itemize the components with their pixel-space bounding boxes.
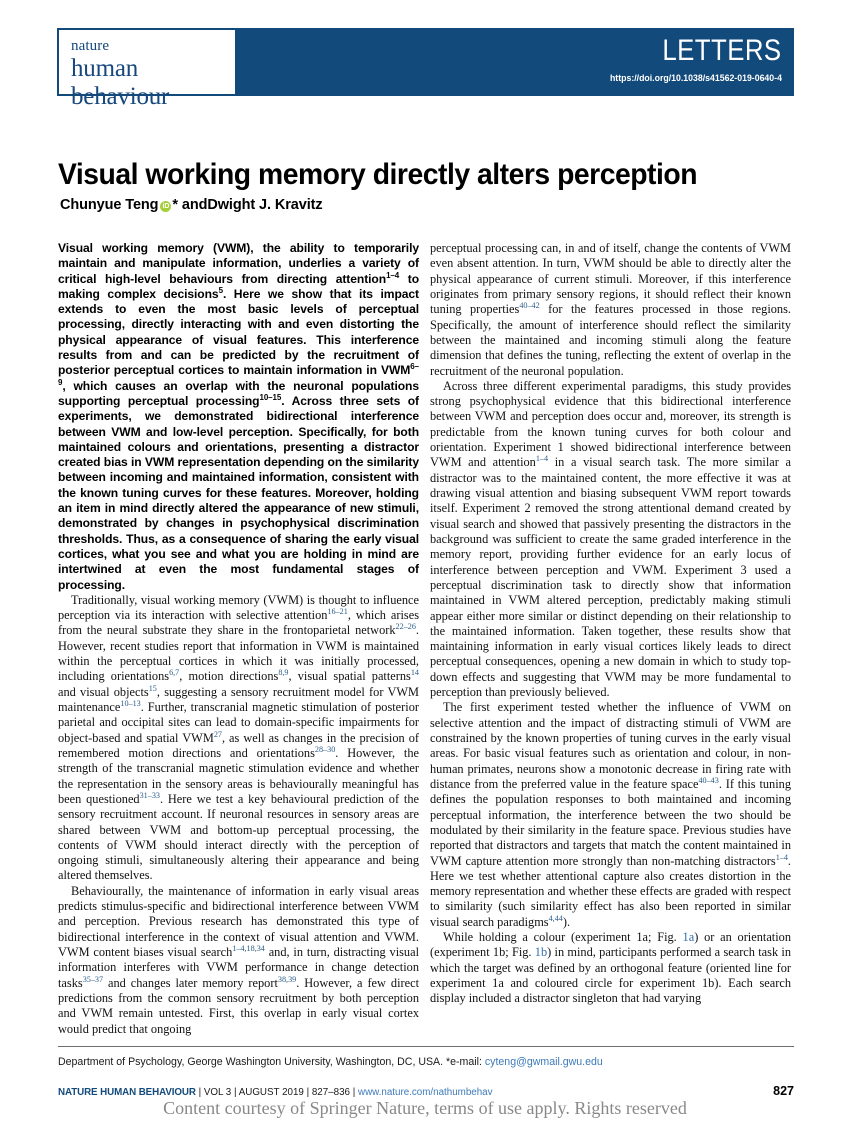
text-seg: and visual objects (58, 684, 149, 699)
body-paragraph: While holding a colour (experiment 1a; F… (430, 930, 791, 1007)
page-number: 827 (773, 1084, 794, 1098)
figure-link-1a[interactable]: 1a (683, 930, 695, 944)
ref-sup: 8,9 (278, 668, 289, 678)
abstract-seg-5: . Across three sets of experiments, we d… (58, 393, 419, 592)
author-name-secondary: Dwight J. Kravitz (207, 197, 323, 213)
abstract-paragraph: Visual working memory (VWM), the ability… (58, 241, 419, 593)
ref-sup: 14 (410, 668, 419, 678)
paper-page: nature human behaviour LETTERS https://d… (0, 0, 850, 1129)
copyright-watermark: Content courtesy of Springer Nature, ter… (163, 1098, 687, 1118)
ref-sup: 40–43 (698, 775, 719, 785)
journal-volume-meta: | VOL 3 | AUGUST 2019 | 827–836 | (195, 1087, 358, 1098)
author-name-primary: Chunyue Teng (60, 197, 159, 213)
doi-link[interactable]: https://doi.org/10.1038/s41562-019-0640-… (610, 73, 782, 85)
journal-name: NATURE HUMAN BEHAVIOUR (58, 1087, 196, 1098)
ref-sup: 35–37 (82, 974, 104, 984)
text-seg: , motion directions (179, 669, 279, 684)
masthead-right: LETTERS https://doi.org/10.1038/s41562-0… (235, 28, 794, 96)
ref-sup: 1–4 (386, 270, 400, 280)
body-paragraph: The first experiment tested whether the … (430, 700, 791, 930)
corresponding-email-link[interactable]: cyteng@gwmail.gwu.edu (485, 1056, 603, 1068)
ref-sup: 22–26 (395, 622, 416, 632)
ref-sup: 27 (213, 729, 222, 739)
journal-masthead: nature human behaviour LETTERS https://d… (57, 28, 794, 110)
ref-sup: 6,7 (169, 668, 180, 678)
ref-sup: 4,44 (548, 913, 563, 923)
affiliation-text: Department of Psychology, George Washing… (58, 1056, 485, 1068)
author-list: Chunyue Teng iD * and Dwight J. Kravitz (60, 196, 323, 214)
footer-divider (58, 1046, 794, 1047)
ref-sup: 28–30 (314, 744, 336, 754)
column-left: Visual working memory (VWM), the ability… (58, 241, 419, 1037)
affiliation-line: Department of Psychology, George Washing… (58, 1055, 798, 1069)
logo-nature-text: nature (71, 38, 110, 54)
logo-human-behaviour-text: human behaviour (71, 55, 170, 110)
text-seg: While holding a colour (experiment 1a; F… (443, 930, 683, 945)
ref-sup: 1–4 (535, 454, 549, 464)
figure-link-1b[interactable]: 1b (535, 945, 547, 959)
column-right: perceptual processing can, in and of its… (430, 241, 791, 1007)
body-paragraph: Across three different experimental para… (430, 379, 791, 701)
ref-sup: 38,39 (277, 974, 297, 984)
journal-url-link[interactable]: www.nature.com/nathumbehav (358, 1087, 493, 1098)
journal-logo: nature human behaviour (59, 30, 235, 110)
ref-sup: 15 (148, 683, 157, 693)
ref-sup: 31–33 (139, 790, 160, 800)
ref-sup: 10–13 (120, 698, 141, 708)
text-seg: in a visual search task. The more simila… (430, 455, 791, 700)
text-seg: ). (562, 914, 571, 929)
corresponding-author-marker: * and (172, 197, 208, 213)
text-seg: , visual spatial patterns (288, 669, 411, 684)
abstract-seg-1: Visual working memory (VWM), the ability… (58, 241, 419, 286)
text-seg: and changes later memory report (103, 975, 278, 990)
page-title: Visual working memory directly alters pe… (58, 157, 698, 191)
body-paragraph: Traditionally, visual working memory (VW… (58, 593, 419, 884)
body-paragraph: Behaviourally, the maintenance of inform… (58, 884, 419, 1037)
ref-sup: 1–4,18,34 (232, 943, 265, 953)
ref-sup: 40–42 (519, 301, 540, 311)
section-label: LETTERS (662, 34, 782, 67)
orcid-icon[interactable]: iD (160, 200, 172, 212)
body-paragraph: perceptual processing can, in and of its… (430, 241, 791, 379)
ref-sup: 10–15 (259, 392, 282, 402)
ref-sup: 1–4 (775, 852, 788, 862)
ref-sup: 16–21 (327, 607, 348, 617)
